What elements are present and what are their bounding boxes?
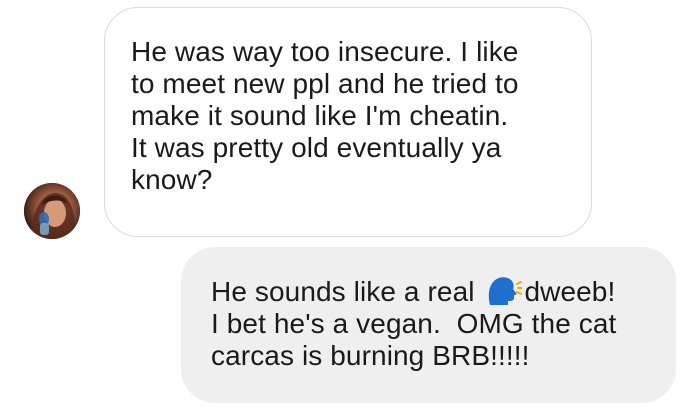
message-text-line: I bet he's a vegan. OMG the cat (211, 308, 617, 339)
speaking-head-emoji-icon (489, 277, 523, 305)
avatar-photo (24, 183, 80, 239)
contact-avatar[interactable] (24, 183, 80, 239)
message-text-line: carcas is burning BRB!!!!! (211, 340, 530, 371)
message-text-line: know? (131, 164, 213, 195)
message-text-line: to meet new ppl and he tried to (131, 68, 519, 99)
message-text-segment: He sounds like a real (211, 276, 483, 307)
message-text-line: He was way too insecure. I like (131, 36, 519, 67)
chat-thread: He was way too insecure. I like to meet … (0, 0, 700, 412)
message-text-line: He sounds like a real dweeb! (211, 275, 654, 308)
sent-message-bubble[interactable]: He sounds like a real dweeb! I bet he's … (181, 247, 676, 403)
received-message-bubble[interactable]: He was way too insecure. I like to meet … (104, 7, 592, 237)
message-text-segment: dweeb! (524, 276, 616, 307)
message-text-line: make it sound like I'm cheatin. (131, 100, 509, 131)
message-text-line: It was pretty old eventually ya (131, 132, 502, 163)
